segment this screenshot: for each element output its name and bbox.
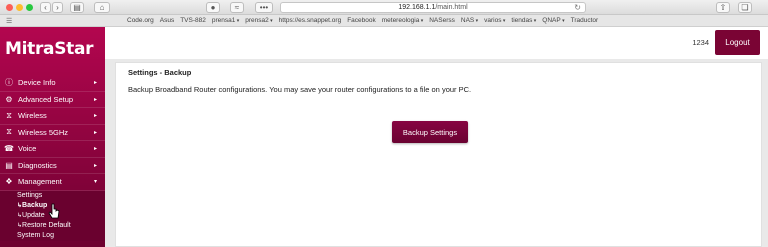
url-path: /main.html bbox=[435, 4, 468, 11]
maximize-window-button[interactable] bbox=[26, 4, 33, 11]
tabs-icon[interactable]: ❏ bbox=[738, 2, 752, 13]
brand-logo: MitraStar bbox=[5, 39, 94, 59]
forward-icon[interactable]: › bbox=[52, 2, 63, 13]
chevron-right-icon: ▸ bbox=[93, 129, 97, 136]
bookmarks-bar: ☰ Code.org Asus TVS-882 prensa1 prensa2 https… bbox=[0, 15, 768, 27]
tools-icon[interactable]: ≈ bbox=[230, 2, 244, 13]
sidebar-item-diagnostics[interactable]: ▤ Diagnostics ▸ bbox=[0, 158, 105, 174]
sidebar-item-label: Voice bbox=[18, 144, 37, 154]
reading-list-icon[interactable]: ☰ bbox=[6, 17, 12, 25]
home-icon[interactable]: ⌂ bbox=[94, 2, 110, 13]
submenu-item-settings[interactable]: Settings bbox=[0, 191, 105, 201]
sidebar-item-management[interactable]: ❖ Management ▾ bbox=[0, 174, 105, 191]
chevron-right-icon: ▸ bbox=[93, 96, 97, 103]
bookmark-item[interactable]: Code.org bbox=[127, 15, 154, 27]
chevron-right-icon: ▸ bbox=[93, 146, 97, 153]
chevron-right-icon: ▸ bbox=[93, 162, 97, 169]
wifi-icon: ⧖ bbox=[6, 110, 12, 120]
url-host: 192.168.1.1 bbox=[398, 4, 436, 11]
mouse-pointer-icon bbox=[48, 203, 60, 219]
back-icon[interactable]: ‹ bbox=[40, 2, 51, 13]
bookmark-item[interactable]: NASerss bbox=[429, 15, 455, 27]
phone-icon: ☎ bbox=[4, 144, 14, 154]
bookmark-item[interactable]: https://es.snappet.org bbox=[279, 15, 342, 27]
bookmark-item[interactable]: tiendas bbox=[511, 15, 536, 27]
bookmark-item[interactable]: Facebook bbox=[347, 15, 376, 27]
page-title: Settings - Backup bbox=[128, 68, 192, 77]
more-dots-icon[interactable]: ••• bbox=[255, 2, 273, 13]
bookmark-item[interactable]: metereologia bbox=[382, 15, 423, 27]
minimize-window-button[interactable] bbox=[16, 4, 23, 11]
extension-icon[interactable]: ● bbox=[206, 2, 220, 13]
sidebar-item-wireless[interactable]: ⧖ Wireless ▸ bbox=[0, 108, 105, 125]
gears-icon: ⚙ bbox=[5, 94, 13, 104]
bookmark-item[interactable]: prensa2 bbox=[245, 15, 272, 27]
chevron-right-icon: ▸ bbox=[93, 113, 97, 120]
chevron-down-icon: ▾ bbox=[93, 179, 97, 186]
info-icon: ⓘ bbox=[5, 78, 13, 88]
backup-settings-button[interactable]: Backup Settings bbox=[392, 121, 468, 143]
reload-icon[interactable]: ↻ bbox=[574, 3, 581, 12]
sidebar-toggle-icon[interactable]: ▤ bbox=[70, 2, 84, 13]
browser-toolbar: ‹ › ▤ ⌂ ● ≈ ••• 192.168.1.1/main.html ↻ … bbox=[0, 0, 768, 15]
sidebar-item-advanced-setup[interactable]: ⚙ Advanced Setup ▸ bbox=[0, 92, 105, 108]
submenu-item-restore-default[interactable]: Restore Default bbox=[0, 221, 105, 231]
chart-icon: ▤ bbox=[5, 160, 13, 170]
bookmark-item[interactable]: TVS-882 bbox=[180, 15, 206, 27]
bookmark-item[interactable]: NAS bbox=[461, 15, 478, 27]
bookmark-item[interactable]: Traductor bbox=[571, 15, 599, 27]
sidebar-item-label: Device Info bbox=[18, 78, 56, 88]
sidebar-item-label: Management bbox=[18, 177, 62, 187]
router-page: MitraStar ⓘ Device Info ▸ ⚙ Advanced Set… bbox=[0, 27, 768, 247]
sidebar-item-voice[interactable]: ☎ Voice ▸ bbox=[0, 141, 105, 158]
sidebar-item-wireless-5ghz[interactable]: ⧖ Wireless 5GHz ▸ bbox=[0, 125, 105, 141]
bookmark-item[interactable]: varios bbox=[484, 15, 505, 27]
submenu-item-system-log[interactable]: System Log bbox=[0, 231, 105, 241]
sidebar-item-device-info[interactable]: ⓘ Device Info ▸ bbox=[0, 75, 105, 92]
sidebar-item-label: Wireless bbox=[18, 111, 47, 121]
share-icon[interactable]: ⇧ bbox=[716, 2, 730, 13]
sidebar-item-label: Wireless 5GHz bbox=[18, 127, 69, 137]
bookmark-item[interactable]: QNAP bbox=[542, 15, 564, 27]
wifi-icon: ⧖ bbox=[6, 127, 12, 137]
sidebar-item-label: Diagnostics bbox=[18, 160, 57, 170]
backup-description: Backup Broadband Router configurations. … bbox=[128, 85, 472, 94]
close-window-button[interactable] bbox=[6, 4, 13, 11]
username-label: 1234 bbox=[692, 38, 709, 47]
backup-panel: Settings - Backup Backup Broadband Route… bbox=[115, 62, 762, 247]
bookmark-item[interactable]: Asus bbox=[160, 15, 174, 27]
chevron-right-icon: ▸ bbox=[93, 80, 97, 87]
bookmarks-list: Code.org Asus TVS-882 prensa1 prensa2 https:/… bbox=[127, 15, 598, 27]
address-bar[interactable]: 192.168.1.1/main.html ↻ bbox=[280, 2, 586, 13]
bookmark-item[interactable]: prensa1 bbox=[212, 15, 239, 27]
logout-button[interactable]: Logout bbox=[715, 30, 760, 55]
wrench-icon: ❖ bbox=[5, 177, 13, 187]
sidebar-item-label: Advanced Setup bbox=[18, 94, 74, 104]
page-header: 1234 Logout bbox=[105, 27, 768, 59]
